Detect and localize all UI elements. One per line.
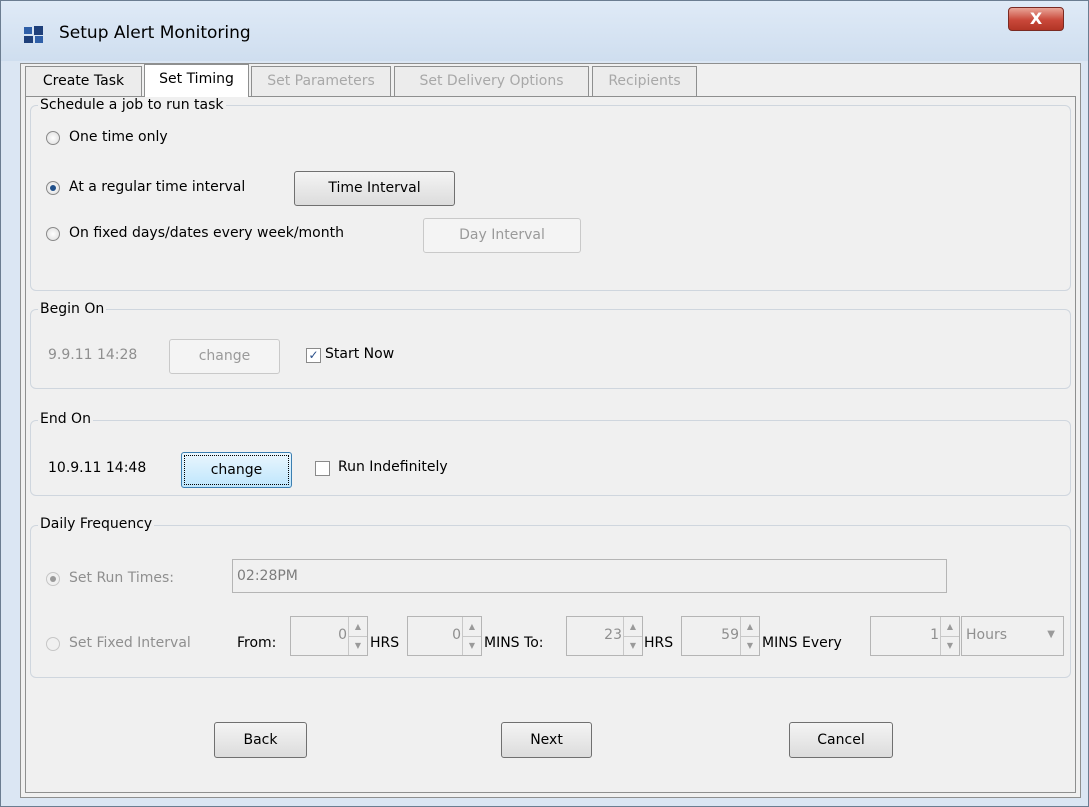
spin-up-icon[interactable]: ▲ — [348, 617, 367, 637]
every-value: 1 — [930, 627, 939, 643]
tab-set-parameters[interactable]: Set Parameters — [251, 66, 391, 96]
close-icon: X — [1029, 9, 1043, 28]
run-indefinitely-checkbox[interactable] — [315, 461, 330, 476]
interval-unit-value: Hours — [966, 627, 1008, 643]
title-bar[interactable]: Setup Alert Monitoring X — [1, 1, 1088, 61]
mins-every-label: MINS Every — [762, 635, 842, 651]
tab-create-task[interactable]: Create Task — [25, 66, 142, 96]
dialog-window: Setup Alert Monitoring X Create Task Set… — [0, 0, 1089, 807]
from-mins-value: 0 — [452, 627, 461, 643]
spin-down-icon[interactable]: ▼ — [940, 636, 959, 655]
tab-label: Recipients — [608, 73, 681, 89]
label-regular-interval: At a regular time interval — [69, 179, 246, 195]
hrs-label-2: HRS — [644, 635, 674, 651]
spin-up-icon[interactable]: ▲ — [623, 617, 642, 637]
tab-label: Create Task — [42, 73, 125, 89]
tab-label: Set Parameters — [267, 73, 375, 89]
end-on-title: End On — [38, 411, 93, 427]
cancel-button[interactable]: Cancel — [789, 722, 893, 758]
next-button[interactable]: Next — [501, 722, 592, 758]
time-interval-button[interactable]: Time Interval — [294, 171, 455, 206]
radio-regular-interval[interactable] — [46, 181, 60, 195]
from-mins-spinner[interactable]: 0 ▲ ▼ — [407, 616, 482, 656]
back-button[interactable]: Back — [214, 722, 307, 758]
start-now-label: Start Now — [325, 346, 395, 362]
set-fixed-interval-label: Set Fixed Interval — [69, 635, 191, 651]
to-hrs-spinner[interactable]: 23 ▲ ▼ — [566, 616, 643, 656]
daily-frequency-title: Daily Frequency — [38, 516, 155, 532]
tab-label: Set Delivery Options — [419, 73, 564, 89]
to-mins-value: 59 — [721, 627, 739, 643]
radio-set-run-times[interactable] — [46, 572, 60, 586]
from-label: From: — [237, 635, 277, 651]
end-change-button[interactable]: change — [181, 452, 292, 488]
spin-up-icon[interactable]: ▲ — [740, 617, 759, 637]
spin-down-icon[interactable]: ▼ — [348, 636, 367, 655]
end-date: 10.9.11 14:48 — [48, 460, 147, 476]
from-hrs-value: 0 — [338, 627, 347, 643]
start-now-checkbox[interactable]: ✓ — [306, 348, 321, 363]
day-interval-button[interactable]: Day Interval — [423, 218, 581, 253]
tab-set-timing[interactable]: Set Timing — [144, 64, 249, 97]
to-mins-spinner[interactable]: 59 ▲ ▼ — [681, 616, 760, 656]
chevron-down-icon: ▼ — [1047, 629, 1055, 640]
spin-up-icon[interactable]: ▲ — [940, 617, 959, 637]
spin-down-icon[interactable]: ▼ — [462, 636, 481, 655]
label-fixed-days: On fixed days/dates every week/month — [69, 225, 344, 241]
every-spinner[interactable]: 1 ▲ ▼ — [870, 616, 960, 656]
from-hrs-spinner[interactable]: 0 ▲ ▼ — [290, 616, 368, 656]
radio-one-time[interactable] — [46, 131, 60, 145]
to-hrs-value: 23 — [604, 627, 622, 643]
tab-label: Set Timing — [159, 71, 234, 87]
radio-set-fixed-interval[interactable] — [46, 637, 60, 651]
spin-down-icon[interactable]: ▼ — [623, 636, 642, 655]
begin-date: 9.9.11 14:28 — [48, 347, 138, 363]
begin-on-title: Begin On — [38, 301, 107, 317]
app-icon — [24, 26, 43, 43]
dialog-client: Create Task Set Timing Set Parameters Se… — [20, 63, 1081, 798]
run-times-field[interactable]: 02:28PM — [232, 559, 947, 593]
begin-change-button[interactable]: change — [169, 339, 280, 374]
spin-up-icon[interactable]: ▲ — [462, 617, 481, 637]
hrs-label: HRS — [370, 635, 400, 651]
label-one-time: One time only — [69, 129, 168, 145]
run-indefinitely-label: Run Indefinitely — [338, 459, 448, 475]
interval-unit-select[interactable]: Hours ▼ — [961, 616, 1064, 656]
spin-down-icon[interactable]: ▼ — [740, 636, 759, 655]
close-button[interactable]: X — [1008, 7, 1064, 31]
tab-set-delivery-options[interactable]: Set Delivery Options — [394, 66, 589, 96]
tab-recipients[interactable]: Recipients — [592, 66, 697, 96]
set-run-times-label: Set Run Times: — [69, 570, 175, 586]
window-title: Setup Alert Monitoring — [59, 23, 251, 43]
tab-panel-set-timing: Schedule a job to run task One time only… — [25, 96, 1076, 793]
schedule-group-title: Schedule a job to run task — [38, 97, 226, 113]
mins-to-label: MINS To: — [484, 635, 544, 651]
schedule-group — [30, 105, 1071, 291]
radio-fixed-days[interactable] — [46, 227, 60, 241]
